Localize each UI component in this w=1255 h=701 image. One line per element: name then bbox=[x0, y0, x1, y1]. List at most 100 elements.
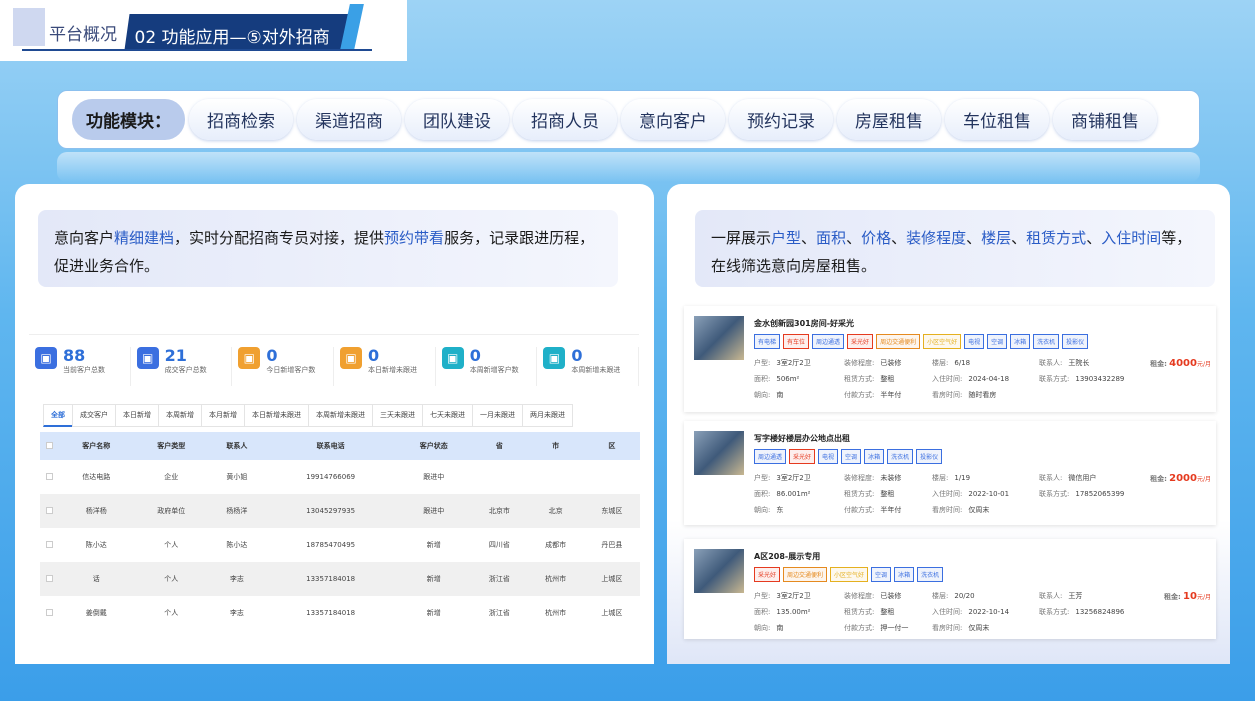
table-cell: 四川省 bbox=[488, 541, 510, 549]
property-title[interactable]: A区208-展示专用 bbox=[754, 551, 820, 562]
property-card[interactable]: 写字楼好楼层办公地点出租 周边通透 采光好 电视 空调 冰箱 洗衣机 投影仪 户型: 3室2厅2卫… bbox=[684, 421, 1216, 525]
info-label: 装修程度: bbox=[844, 592, 875, 600]
stat-text: 21 成交客户总数 bbox=[165, 347, 207, 386]
property-tag: 空调 bbox=[871, 567, 892, 582]
property-title[interactable]: 写字楼好楼层办公地点出租 bbox=[754, 433, 850, 444]
info-value: 3室2厅2卫 bbox=[776, 474, 811, 482]
table-cell: 陈小达 bbox=[226, 541, 248, 549]
table-cell: 杭州市 bbox=[545, 609, 567, 617]
property-title[interactable]: 金水创新园301房间-好采光 bbox=[754, 318, 854, 329]
row-checkbox[interactable] bbox=[40, 528, 59, 562]
row-checkbox[interactable] bbox=[40, 494, 59, 528]
info-value: 仅周末 bbox=[968, 506, 990, 514]
row-checkbox[interactable] bbox=[40, 562, 59, 596]
info-value: 半年付 bbox=[880, 506, 902, 514]
stat-label: 成交客户总数 bbox=[164, 366, 207, 374]
table-cell: 北京 bbox=[527, 494, 584, 528]
info-field: 看房时间: 随时看房 bbox=[932, 390, 1039, 400]
filter-tab[interactable]: 成交客户 bbox=[72, 404, 116, 427]
info-label: 联系方式: bbox=[1039, 490, 1070, 498]
table-row[interactable]: 信达电路 企业 黄小姐 19914766069 跟进中 bbox=[40, 460, 640, 494]
table-row[interactable]: 陈小达 个人 陈小达 18785470495 新增 四川省 成都市 丹巴县 bbox=[40, 528, 640, 562]
info-label: 联系人: bbox=[1039, 592, 1063, 600]
info-field: 户型: 3室2厅2卫 bbox=[754, 591, 844, 601]
table-cell: 黄小姐 bbox=[226, 473, 248, 481]
property-card[interactable]: A区208-展示专用 采光好 周边交通便利 小区空气好 空调 冰箱 洗衣机 户型: 3室2厅2卫… bbox=[684, 539, 1216, 639]
row-checkbox[interactable] bbox=[40, 596, 59, 630]
module-pill[interactable]: 车位租售 bbox=[945, 99, 1049, 140]
info-label: 户型: bbox=[754, 592, 771, 600]
module-pill[interactable]: 招商人员 bbox=[513, 99, 617, 140]
filter-tab[interactable]: 本日新增 bbox=[115, 404, 159, 427]
table-row[interactable]: 话个人 李志 13357184018 新增 浙江省 杭州市 上城区 bbox=[40, 562, 640, 596]
stat-item: ▣ 21 成交客户总数 bbox=[131, 347, 233, 386]
property-photo bbox=[694, 549, 744, 593]
info-value: 南 bbox=[776, 624, 784, 632]
info-field: 朝向: 东 bbox=[754, 505, 844, 515]
rent-value: 10 bbox=[1183, 591, 1197, 602]
info-label: 装修程度: bbox=[844, 474, 875, 482]
module-pill[interactable]: 渠道招商 bbox=[297, 99, 401, 140]
property-tag: 周边通透 bbox=[812, 334, 845, 349]
info-field: 户型: 3室2厅2卫 bbox=[754, 473, 844, 483]
table-row[interactable]: 杨洋杨 政府单位 杨杨洋 13045297935 跟进中 北京市 北京 东城区 bbox=[40, 494, 640, 528]
module-pill[interactable]: 团队建设 bbox=[405, 99, 509, 140]
stat-text: 0 今日新增客户数 bbox=[266, 347, 315, 386]
rent-value: 2000 bbox=[1169, 473, 1197, 484]
module-pill[interactable]: 商铺租售 bbox=[1053, 99, 1157, 140]
info-value: 13903432289 bbox=[1075, 375, 1125, 383]
table-cell: 个人 bbox=[164, 609, 179, 617]
property-photo bbox=[694, 431, 744, 475]
customer-table: 客户名称 客户类型 联系人 联系电话 客户状态省市区 信达电路 企业 黄小姐 19914766… bbox=[40, 432, 640, 630]
module-pill[interactable]: 房屋租售 bbox=[837, 99, 941, 140]
stat-number: 88 bbox=[63, 346, 86, 365]
info-label: 付款方式: bbox=[844, 624, 875, 632]
property-card[interactable]: 金水创新园301房间-好采光 有电梯 有车位 周边通透 采光好 周边交通便利 小区空气好 电视… bbox=[684, 306, 1216, 412]
info-field: 入住时间: 2022-10-14 bbox=[932, 607, 1039, 617]
filter-tab[interactable]: 本周新增 bbox=[158, 404, 202, 427]
info-label: 入住时间: bbox=[932, 375, 963, 383]
property-panel: 一屏展示户型、面积、价格、装修程度、楼层、租赁方式、入住时间等，在线筛选意向房屋… bbox=[667, 184, 1230, 664]
filter-tab[interactable]: 七天未跟进 bbox=[422, 404, 473, 427]
module-pill[interactable]: 招商检索 bbox=[189, 99, 293, 140]
filter-tab[interactable]: 本月新增 bbox=[201, 404, 245, 427]
rent-price: 租金: 2000元/月 bbox=[1150, 473, 1211, 484]
module-pill[interactable]: 意向客户 bbox=[621, 99, 725, 140]
info-label: 装修程度: bbox=[844, 359, 875, 367]
row-checkbox[interactable] bbox=[40, 460, 59, 494]
property-tag: 周边通透 bbox=[754, 449, 787, 464]
table-cell: 成都市 bbox=[545, 541, 567, 549]
info-value: 135.00m² bbox=[776, 608, 811, 616]
customer-description: 意向客户精细建档，实时分配招商专员对接，提供预约带看服务，记录跟进历程，促进业务… bbox=[38, 210, 618, 287]
filter-tab[interactable]: 三天未跟进 bbox=[372, 404, 423, 427]
property-photo bbox=[694, 316, 744, 360]
column-header: 省 bbox=[471, 432, 528, 460]
info-field: 朝向: 南 bbox=[754, 390, 844, 400]
select-all-checkbox[interactable] bbox=[40, 432, 59, 460]
filter-tab[interactable]: 本日新增未跟进 bbox=[244, 404, 309, 427]
info-label: 联系人: bbox=[1039, 474, 1063, 482]
table-cell: 北京市 bbox=[471, 494, 528, 528]
filter-tab[interactable]: 一月未跟进 bbox=[472, 404, 523, 427]
info-label: 户型: bbox=[754, 359, 771, 367]
property-info: 户型: 3室2厅2卫 装修程度: 已装修 楼层: 20/20 联系人: 王芳 面积: 135.00… bbox=[754, 591, 1149, 633]
stat-label: 今日新增客户数 bbox=[266, 366, 316, 374]
table-cell: 新增 bbox=[396, 562, 472, 596]
table-row[interactable]: 姜倒戴 个人 李志 13357184018 新增 浙江省 杭州市 上城区 bbox=[40, 596, 640, 630]
filter-tab[interactable]: 本周新增未跟进 bbox=[308, 404, 373, 427]
table-cell: 13045297935 bbox=[265, 494, 397, 528]
property-tag: 投影仪 bbox=[1062, 334, 1089, 349]
info-value: 随时看房 bbox=[968, 391, 997, 399]
table-cell: 东城区 bbox=[583, 494, 640, 528]
info-value: 整租 bbox=[880, 608, 895, 616]
info-field: 朝向: 南 bbox=[754, 623, 844, 633]
property-tag: 投影仪 bbox=[916, 449, 943, 464]
module-bar: 功能模块： 招商检索 渠道招商 团队建设 招商人员 意向客户 预约记录 房屋租售… bbox=[57, 90, 1200, 149]
stat-icon: ▣ bbox=[441, 347, 464, 369]
module-pill[interactable]: 预约记录 bbox=[729, 99, 833, 140]
info-value: 已装修 bbox=[880, 359, 902, 367]
filter-tab[interactable]: 全部 bbox=[43, 404, 73, 427]
filter-tab[interactable]: 两月未跟进 bbox=[522, 404, 573, 427]
customer-panel: 意向客户精细建档，实时分配招商专员对接，提供预约带看服务，记录跟进历程，促进业务… bbox=[15, 184, 654, 664]
section-label: 平台概况 bbox=[49, 25, 117, 45]
